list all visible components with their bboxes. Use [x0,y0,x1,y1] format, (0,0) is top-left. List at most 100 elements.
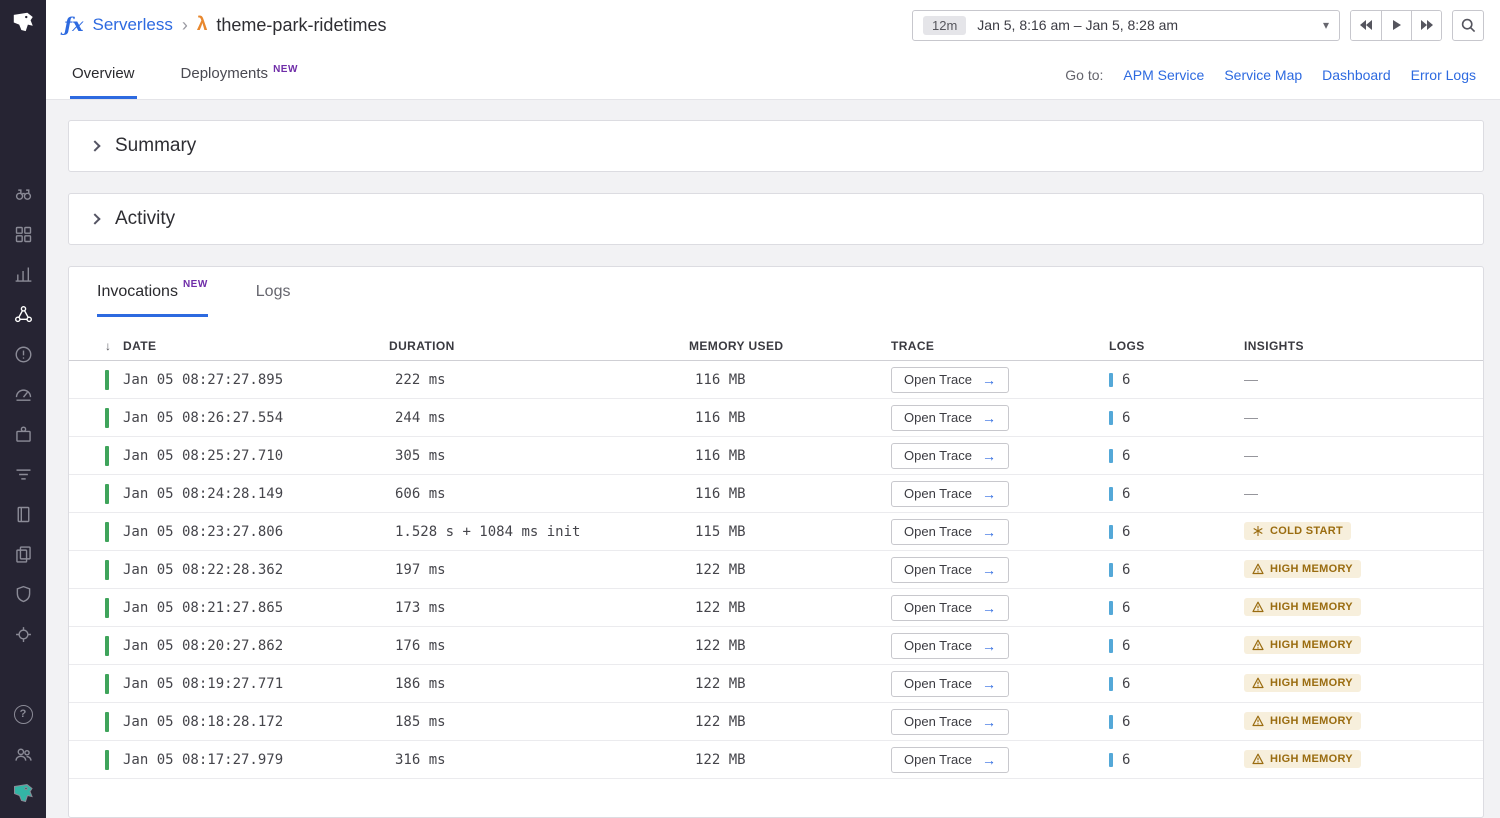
play-button[interactable] [1381,11,1411,40]
skip-forward-button[interactable] [1411,11,1441,40]
row-trace-cell: Open Trace → [891,405,1109,431]
sidebar-item-dashboards[interactable] [3,214,43,254]
row-logs-cell[interactable]: 6 [1109,448,1244,464]
row-insight: — [1244,371,1483,389]
log-bar-icon [1109,601,1113,615]
row-logs-count: 6 [1122,600,1130,616]
row-indicator-cell [105,484,123,504]
invocations-tab-bar: Invocations NEW Logs [69,267,1483,317]
row-logs-count: 6 [1122,562,1130,578]
sidebar-item-monitors[interactable] [3,334,43,374]
row-memory: 115 MB [689,524,891,540]
row-memory-cell: 122 MB [689,676,891,692]
activity-panel-header[interactable]: Activity [68,193,1484,245]
tab-deployments-label: Deployments [181,65,269,82]
open-trace-button[interactable]: Open Trace → [891,481,1009,507]
open-trace-label: Open Trace [904,372,972,387]
row-duration-extra: + 1084 ms init [462,524,580,540]
sidebar-item-integrations[interactable] [3,414,43,454]
row-duration: 222 ms [395,372,446,388]
log-bar-icon [1109,487,1113,501]
log-bar-icon [1109,563,1113,577]
row-logs-cell[interactable]: 6 [1109,562,1244,578]
open-trace-button[interactable]: Open Trace → [891,519,1009,545]
time-range-picker[interactable]: 12m Jan 5, 8:16 am – Jan 5, 8:28 am ▾ [912,10,1340,41]
row-logs-cell[interactable]: 6 [1109,486,1244,502]
column-header-date[interactable]: DATE [123,339,389,353]
sidebar-item-security[interactable] [3,574,43,614]
row-date: Jan 05 08:25:27.710 [123,448,389,464]
column-header-insights: INSIGHTS [1244,339,1483,353]
breadcrumb-product-link[interactable]: Serverless [93,15,173,35]
sidebar-item-bits[interactable] [3,774,43,814]
open-trace-button[interactable]: Open Trace → [891,443,1009,469]
row-indicator-cell [105,446,123,466]
sidebar-item-help[interactable]: ? [3,694,43,734]
help-icon: ? [14,705,33,724]
tab-overview[interactable]: Overview [70,50,137,99]
row-date: Jan 05 08:22:28.362 [123,562,389,578]
open-trace-button[interactable]: Open Trace → [891,367,1009,393]
open-trace-button[interactable]: Open Trace → [891,557,1009,583]
sidebar-item-watchdog[interactable] [3,174,43,214]
row-logs-cell[interactable]: 6 [1109,372,1244,388]
notebook-icon [13,504,34,525]
tab-deployments[interactable]: Deployments NEW [179,50,300,99]
log-bar-icon [1109,411,1113,425]
insight-badge-high-memory: HIGH MEMORY [1244,750,1361,768]
open-trace-button[interactable]: Open Trace → [891,595,1009,621]
row-memory-cell: 122 MB [689,752,891,768]
tab-logs[interactable]: Logs [256,283,291,317]
sidebar-item-metrics[interactable] [3,254,43,294]
link-apm-service[interactable]: APM Service [1123,67,1204,83]
sidebar-item-pipelines[interactable] [3,454,43,494]
link-error-logs[interactable]: Error Logs [1411,67,1476,83]
zoom-button[interactable] [1452,10,1484,41]
row-logs-cell[interactable]: 6 [1109,410,1244,426]
row-duration-cell: 185 ms [389,714,689,730]
skip-back-button[interactable] [1351,11,1381,40]
status-indicator [105,446,109,466]
log-bar-icon [1109,753,1113,767]
time-duration-badge: 12m [923,16,966,35]
crosshair-icon [13,624,34,645]
row-logs-cell[interactable]: 6 [1109,714,1244,730]
open-trace-button[interactable]: Open Trace → [891,633,1009,659]
tab-invocations[interactable]: Invocations NEW [97,283,208,317]
sidebar-item-apm[interactable] [3,294,43,334]
insight-badge-cold-start: COLD START [1244,522,1351,540]
row-duration-cell: 1.528 s + 1084 ms init [389,524,689,540]
tab-overview-label: Overview [72,65,135,82]
row-duration-cell: 173 ms [389,600,689,616]
filter-lines-icon [13,464,34,485]
row-date: Jan 05 08:26:27.554 [123,410,389,426]
open-trace-button[interactable]: Open Trace → [891,747,1009,773]
link-service-map[interactable]: Service Map [1224,67,1302,83]
table-row: Jan 05 08:23:27.806 1.528 s + 1084 ms in… [69,513,1483,551]
row-memory-cell: 115 MB [689,524,891,540]
summary-panel-header[interactable]: Summary [68,120,1484,172]
arrow-right-icon: → [982,524,996,540]
sidebar-item-teams[interactable] [3,734,43,774]
open-trace-button[interactable]: Open Trace → [891,405,1009,431]
open-trace-button[interactable]: Open Trace → [891,709,1009,735]
datadog-logo-icon[interactable] [0,0,46,46]
row-insight: — [1244,485,1483,503]
row-logs-cell[interactable]: 6 [1109,600,1244,616]
status-indicator [105,636,109,656]
row-logs-cell[interactable]: 6 [1109,676,1244,692]
sidebar-item-synthetics[interactable] [3,374,43,414]
sidebar-item-notebooks[interactable] [3,494,43,534]
open-trace-label: Open Trace [904,448,972,463]
open-trace-button[interactable]: Open Trace → [891,671,1009,697]
row-logs-cell[interactable]: 6 [1109,524,1244,540]
open-trace-label: Open Trace [904,638,972,653]
table-row: Jan 05 08:20:27.862 176 ms 122 MB Open T… [69,627,1483,665]
sidebar-item-logs[interactable] [3,534,43,574]
skip-forward-icon [1420,19,1434,31]
sidebar-item-rum[interactable] [3,614,43,654]
row-logs-cell[interactable]: 6 [1109,752,1244,768]
row-logs-cell[interactable]: 6 [1109,638,1244,654]
link-dashboard[interactable]: Dashboard [1322,67,1391,83]
open-trace-label: Open Trace [904,562,972,577]
